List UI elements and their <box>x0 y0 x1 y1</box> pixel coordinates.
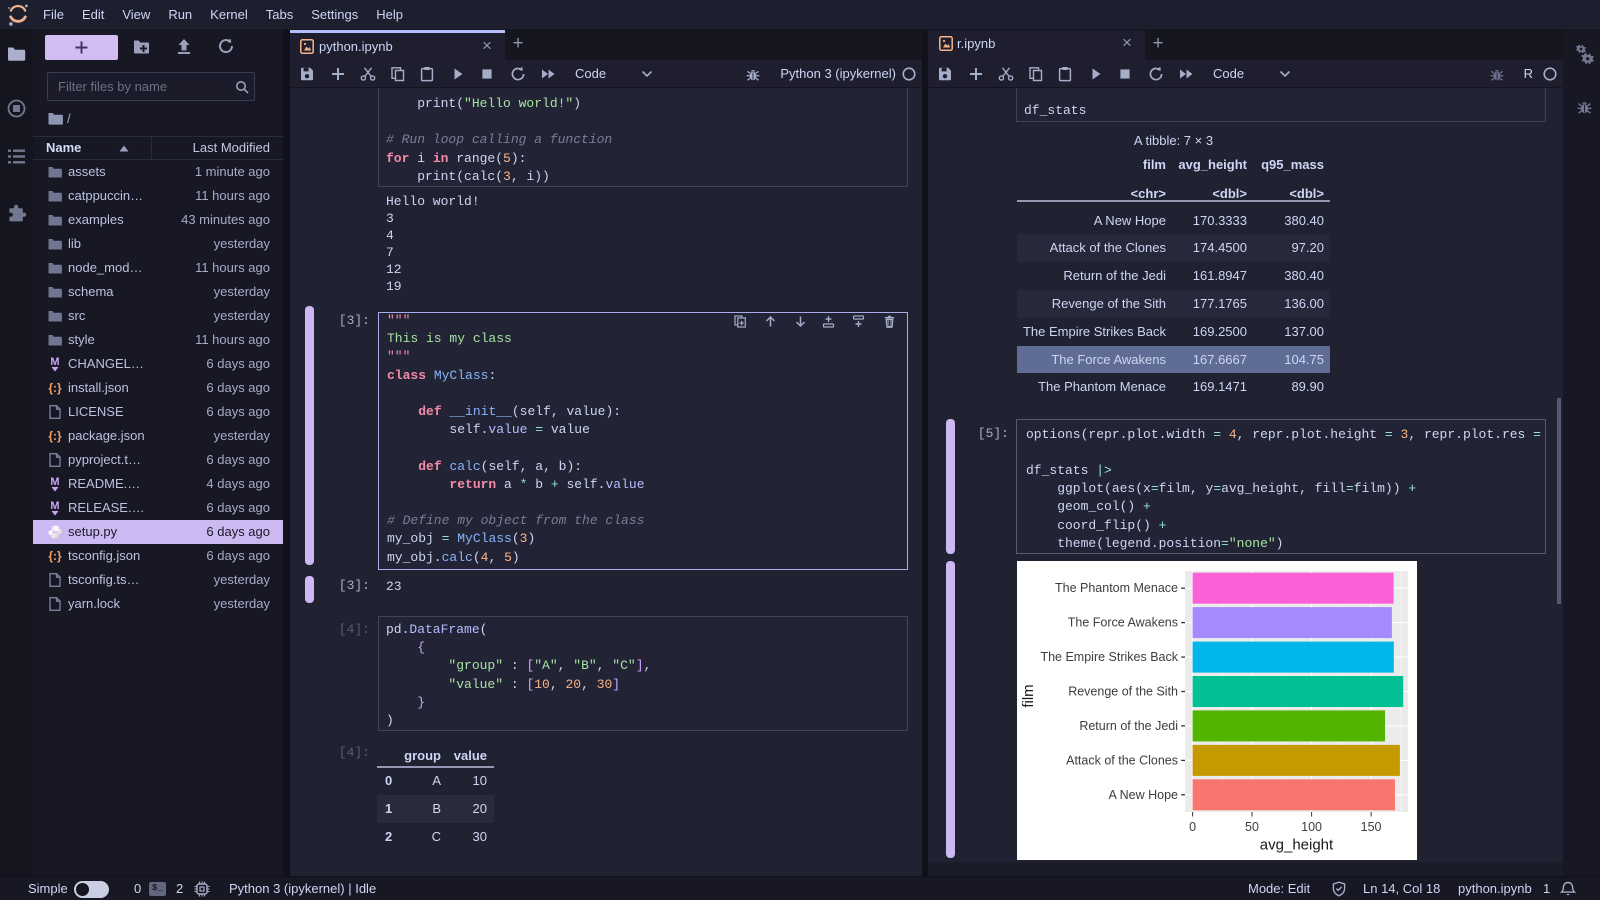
svg-text:A New Hope: A New Hope <box>1109 788 1179 802</box>
svg-text:{:}: {:} <box>48 429 62 443</box>
svg-text:50: 50 <box>1245 820 1259 834</box>
svg-text:M: M <box>50 356 59 368</box>
svg-text:100: 100 <box>1301 820 1322 834</box>
svg-text:The Empire Strikes Back: The Empire Strikes Back <box>1040 650 1178 664</box>
svg-text:150: 150 <box>1361 820 1382 834</box>
svg-text:Attack of the Clones: Attack of the Clones <box>1066 753 1178 767</box>
svg-text:Revenge of the Sith: Revenge of the Sith <box>1068 685 1178 699</box>
svg-text:{:}: {:} <box>48 381 62 395</box>
svg-text:avg_height: avg_height <box>1260 837 1334 854</box>
svg-text:Return of the Jedi: Return of the Jedi <box>1079 719 1178 733</box>
svg-text:M: M <box>50 500 59 512</box>
svg-text:0: 0 <box>1189 820 1196 834</box>
svg-text:The Force Awakens: The Force Awakens <box>1068 616 1178 630</box>
svg-text:The Phantom Menace: The Phantom Menace <box>1055 581 1178 595</box>
svg-text:M: M <box>50 476 59 488</box>
svg-text:{:}: {:} <box>48 549 62 563</box>
svg-text:film: film <box>1020 684 1037 707</box>
